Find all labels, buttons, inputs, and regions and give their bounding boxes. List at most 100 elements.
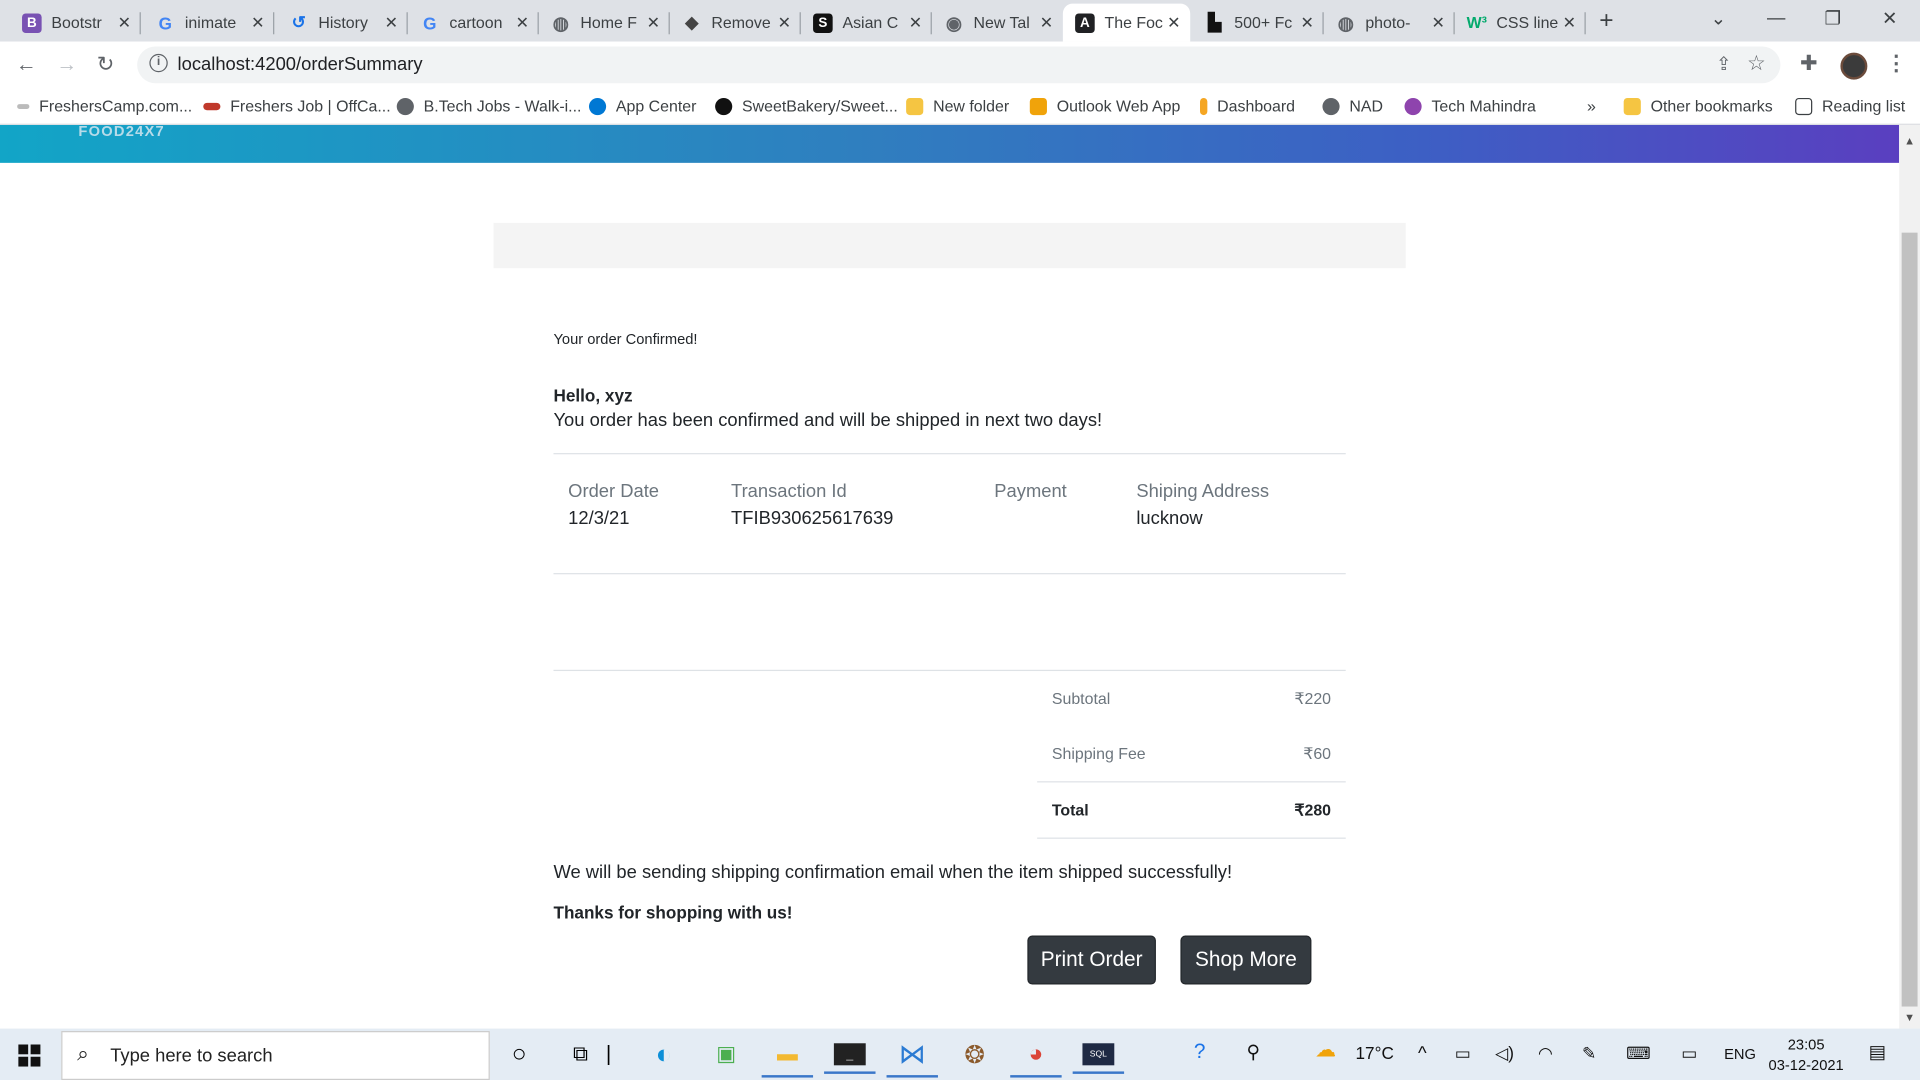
tab-google-inimate[interactable]: G inimate ✕: [143, 4, 275, 42]
minimize-icon[interactable]: —: [1767, 7, 1785, 28]
bookmark-app-center[interactable]: App Center: [588, 97, 696, 115]
mysql-workbench-icon[interactable]: SQL: [1072, 1043, 1125, 1074]
extensions-puzzle-icon[interactable]: ✚: [1800, 51, 1817, 75]
site-info-icon[interactable]: i: [149, 53, 168, 73]
transaction-column: Transaction Id TFIB930625617639: [731, 481, 893, 529]
volume-icon[interactable]: ◁): [1495, 1043, 1514, 1064]
transaction-id-value: TFIB930625617639: [731, 508, 894, 529]
forward-arrow-icon[interactable]: →: [56, 53, 77, 77]
scroll-down-arrow-icon[interactable]: ▼: [1904, 1011, 1915, 1023]
bookmark-new-folder[interactable]: New folder: [906, 97, 1009, 115]
tab-home[interactable]: ◍ Home F ✕: [539, 4, 670, 42]
tab-photo[interactable]: ◍ photo- ✕: [1324, 4, 1455, 42]
close-icon[interactable]: ✕: [1040, 13, 1053, 33]
bookmarks-overflow[interactable]: »: [1587, 97, 1596, 115]
people-icon[interactable]: ⚲: [1247, 1041, 1260, 1063]
shop-more-button[interactable]: Shop More: [1180, 935, 1312, 985]
close-icon[interactable]: ✕: [1563, 13, 1576, 33]
weather-icon[interactable]: ☁: [1315, 1038, 1336, 1062]
bookmark-tech-mahindra[interactable]: Tech Mahindra: [1404, 97, 1536, 115]
restore-icon[interactable]: ❐: [1825, 7, 1841, 30]
notification-icon[interactable]: ▤: [1869, 1041, 1886, 1063]
cortana-icon[interactable]: ○: [503, 1040, 535, 1069]
pen-icon[interactable]: ✎: [1582, 1043, 1596, 1064]
close-window-icon[interactable]: ✕: [1882, 7, 1897, 30]
chrome-taskbar-icon[interactable]: ◕: [1010, 1040, 1062, 1078]
temperature[interactable]: 17°C: [1356, 1043, 1394, 1063]
game-app-icon[interactable]: ❂: [959, 1040, 991, 1069]
page-scrollbar[interactable]: ▲ ▼: [1899, 124, 1920, 1029]
tab-500-free[interactable]: ▙ 500+ Fc ✕: [1193, 4, 1324, 42]
tab-asian[interactable]: S Asian C ✕: [801, 4, 932, 42]
brand-logo[interactable]: FOOD24X7: [78, 125, 165, 140]
share-icon[interactable]: ⇪: [1716, 53, 1731, 75]
new-tab-plus-icon[interactable]: +: [1599, 7, 1613, 35]
bookmark-nad[interactable]: NAD: [1322, 97, 1383, 115]
close-icon[interactable]: ✕: [251, 13, 264, 33]
taskbar-search-box[interactable]: ⌕ Type here to search: [61, 1031, 490, 1080]
tab-title: 500+ Fc: [1234, 13, 1293, 32]
globe-icon: [396, 97, 414, 115]
bookmark-btech-jobs[interactable]: B.Tech Jobs - Walk-i...: [396, 97, 581, 115]
bookmark-star-icon[interactable]: ☆: [1747, 51, 1766, 75]
close-icon[interactable]: ✕: [1301, 13, 1314, 33]
language-indicator[interactable]: ENG: [1724, 1046, 1756, 1063]
file-explorer-icon[interactable]: ▬: [761, 1040, 814, 1078]
reload-icon[interactable]: ↻: [97, 53, 114, 77]
vscode-icon[interactable]: ⋈: [886, 1038, 938, 1078]
task-view-icon[interactable]: ⧉: [564, 1040, 596, 1069]
close-icon[interactable]: ✕: [909, 13, 922, 33]
tab-new-tab[interactable]: ◉ New Tal ✕: [932, 4, 1063, 42]
bookmark-label: SweetBakery/Sweet...: [742, 96, 898, 116]
close-icon[interactable]: ✕: [647, 13, 660, 33]
bookmark-label: Reading list: [1822, 96, 1906, 116]
close-icon[interactable]: ✕: [778, 13, 791, 33]
scrollbar-thumb[interactable]: [1901, 232, 1918, 1007]
help-icon[interactable]: ?: [1194, 1040, 1206, 1064]
bookmark-sweetbakery[interactable]: SweetBakery/Sweet...: [715, 97, 898, 115]
profile-avatar[interactable]: [1840, 52, 1868, 80]
tab-search-chevron-icon[interactable]: ⌄: [1711, 7, 1726, 30]
divider: [553, 669, 1346, 672]
reading-list[interactable]: Reading list: [1795, 97, 1905, 115]
edge-icon[interactable]: ◐: [648, 1038, 680, 1069]
tab-remove[interactable]: ◆ Remove ✕: [670, 4, 801, 42]
clock[interactable]: 23:05 03-12-2021: [1761, 1035, 1852, 1077]
tab-bootstrap[interactable]: B Bootstr ✕: [10, 4, 141, 42]
battery-icon[interactable]: ▭: [1455, 1043, 1471, 1064]
folder-icon: [906, 97, 924, 115]
bookmark-outlook[interactable]: Outlook Web App: [1029, 97, 1180, 115]
terminal-icon[interactable]: _: [824, 1043, 876, 1074]
tab-css-line[interactable]: W³ CSS line ✕: [1455, 4, 1586, 42]
wifi-icon[interactable]: ◠: [1538, 1043, 1553, 1064]
url-text[interactable]: localhost:4200/orderSummary: [178, 54, 423, 75]
close-icon[interactable]: ✕: [385, 13, 398, 33]
display-icon[interactable]: ▭: [1681, 1043, 1697, 1064]
order-date-value: 12/3/21: [568, 508, 630, 529]
tab-history[interactable]: ↺ History ✕: [277, 4, 408, 42]
close-icon[interactable]: ✕: [1432, 13, 1445, 33]
tab-google-cartoon[interactable]: G cartoon ✕: [408, 4, 539, 42]
bookmark-dashboard[interactable]: Dashboard: [1200, 97, 1295, 115]
chevron-up-icon[interactable]: ^: [1418, 1043, 1427, 1064]
total-row: Total ₹280: [1052, 801, 1331, 821]
address-bar[interactable]: i localhost:4200/orderSummary ⇪ ☆: [137, 46, 1781, 84]
shipping-email-note: We will be sending shipping confirmation…: [553, 862, 1233, 883]
bookmark-fresherscamp[interactable]: FreshersCamp.com...: [17, 97, 192, 115]
close-icon[interactable]: ✕: [1167, 13, 1180, 33]
windows-start-icon[interactable]: [18, 1044, 41, 1067]
search-icon: ⌕: [77, 1042, 89, 1066]
close-icon[interactable]: ✕: [118, 13, 131, 33]
paint-icon[interactable]: ▣: [710, 1040, 742, 1069]
print-order-button[interactable]: Print Order: [1027, 935, 1156, 985]
bookmark-label: NAD: [1349, 96, 1384, 116]
scroll-up-arrow-icon[interactable]: ▲: [1904, 135, 1915, 147]
bookmark-other-bookmarks[interactable]: Other bookmarks: [1623, 97, 1773, 115]
keyboard-icon[interactable]: ⌨: [1626, 1043, 1651, 1064]
bookmark-freshers-job[interactable]: Freshers Job | OffCa...: [203, 97, 391, 115]
close-icon[interactable]: ✕: [516, 13, 529, 33]
back-arrow-icon[interactable]: ←: [16, 53, 37, 77]
tab-the-food-active[interactable]: A The Foc ✕: [1062, 3, 1191, 42]
tab-title: Bootstr: [51, 13, 102, 32]
kebab-menu-icon[interactable]: ⋮: [1886, 51, 1907, 75]
